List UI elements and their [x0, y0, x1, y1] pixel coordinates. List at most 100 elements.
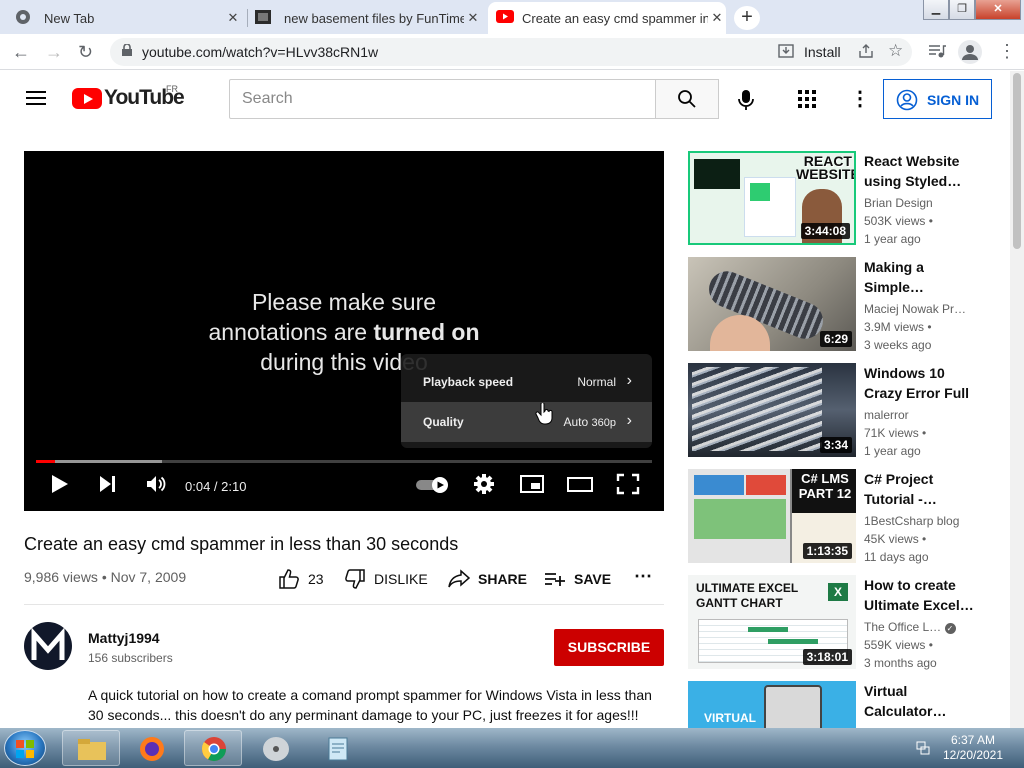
- volume-button[interactable]: [145, 473, 167, 500]
- recommendation-channel: malerror: [864, 408, 909, 422]
- recommendation-age: 1 year ago: [864, 444, 921, 458]
- system-clock[interactable]: 6:37 AM 12/20/2021: [938, 733, 1008, 763]
- start-button[interactable]: [4, 730, 46, 766]
- video-thumbnail[interactable]: 6:29: [688, 257, 856, 351]
- more-actions-icon[interactable]: ⋯: [634, 566, 652, 587]
- minimize-button[interactable]: ▁: [923, 0, 949, 20]
- back-icon[interactable]: ←: [12, 42, 30, 62]
- lock-icon[interactable]: [122, 43, 132, 59]
- media-queue-icon[interactable]: [928, 43, 946, 64]
- url-bar[interactable]: youtube.com/watch?v=HLvv38cRN1w Install …: [110, 38, 912, 66]
- menu-item-playback-speed[interactable]: Playback speed Normal ›: [401, 362, 652, 402]
- dislike-button[interactable]: DISLIKE: [344, 569, 428, 589]
- scrollbar-thumb[interactable]: [1013, 73, 1021, 249]
- reload-icon[interactable]: ↻: [78, 42, 93, 62]
- browser-menu-icon[interactable]: ⋮: [998, 41, 1016, 62]
- play-button[interactable]: [50, 473, 70, 500]
- taskbar-chrome[interactable]: [184, 730, 242, 766]
- recommendation-item[interactable]: VIRTUAL Virtual Calculator…: [688, 681, 1010, 728]
- tab-new-tab[interactable]: New Tab ✕: [10, 2, 242, 34]
- profile-avatar-icon[interactable]: [958, 40, 982, 64]
- video-thumbnail[interactable]: C# LMS PART 12 1:13:35: [688, 469, 856, 563]
- view-count-date: 9,986 views • Nov 7, 2009: [24, 569, 187, 585]
- install-label[interactable]: Install: [804, 44, 841, 60]
- recommendation-item[interactable]: 3:34 Windows 10 Crazy Error Full malerro…: [688, 363, 1010, 458]
- network-icon[interactable]: [915, 740, 931, 756]
- save-button[interactable]: SAVE: [544, 569, 611, 589]
- install-icon[interactable]: [778, 43, 794, 64]
- like-button[interactable]: 23: [278, 569, 324, 589]
- miniplayer-button[interactable]: [519, 473, 545, 500]
- menu-item-label: Quality: [423, 415, 464, 429]
- fullscreen-button[interactable]: [616, 473, 640, 500]
- recommendation-views: 503K views •: [864, 214, 933, 228]
- recommendation-item[interactable]: C# LMS PART 12 1:13:35 C# Project Tutori…: [688, 469, 1010, 564]
- channel-avatar[interactable]: [24, 622, 72, 670]
- autoplay-toggle[interactable]: [416, 477, 450, 498]
- progress-bar[interactable]: [36, 460, 652, 463]
- channel-logo-icon: [31, 627, 65, 660]
- quality-resolution: 360p: [591, 417, 616, 429]
- video-thumbnail[interactable]: 3:34: [688, 363, 856, 457]
- share-label: SHARE: [478, 571, 528, 587]
- video-duration: 6:29: [819, 331, 852, 347]
- close-tab-icon[interactable]: ✕: [708, 10, 726, 26]
- tab-youtube-active[interactable]: Create an easy cmd spammer in ✕: [488, 2, 726, 34]
- channel-name[interactable]: Mattyj1994: [88, 630, 160, 646]
- time-display: 0:04 / 2:10: [185, 479, 247, 494]
- microphone-icon[interactable]: [737, 89, 755, 116]
- settings-more-icon[interactable]: ⋮: [850, 86, 870, 111]
- video-thumbnail[interactable]: ULTIMATE EXCEL GANTT CHART X 3:18:01: [688, 575, 856, 669]
- apps-grid-icon[interactable]: [798, 90, 816, 113]
- recommendation-age: 1 year ago: [864, 232, 921, 246]
- playlist-add-icon: [545, 573, 565, 586]
- chrome-icon: [201, 737, 226, 762]
- video-title: Create an easy cmd spammer in less than …: [24, 534, 459, 554]
- close-window-button[interactable]: ✕: [975, 0, 1021, 20]
- close-tab-icon[interactable]: ✕: [224, 10, 242, 26]
- share-button[interactable]: SHARE: [448, 569, 527, 589]
- thumbnail-caption: C# LMS PART 12: [798, 471, 852, 501]
- thumbs-down-icon: [345, 569, 365, 589]
- hamburger-menu-icon[interactable]: [26, 91, 46, 105]
- menu-item-quality[interactable]: Quality Auto 360p ›: [401, 402, 652, 442]
- recommendation-channel: Brian Design: [864, 196, 933, 210]
- taskbar-firefox[interactable]: [122, 730, 180, 766]
- clock-time: 6:37 AM: [950, 733, 996, 747]
- bookmark-star-icon[interactable]: ☆: [888, 41, 903, 61]
- gear-icon: [474, 474, 494, 494]
- subscribe-button[interactable]: SUBSCRIBE: [554, 629, 664, 666]
- new-tab-button[interactable]: +: [734, 6, 760, 30]
- maximize-button[interactable]: ❐: [949, 0, 975, 20]
- share-page-icon[interactable]: [858, 43, 874, 64]
- recommendation-title: C# Project Tutorial -…: [864, 471, 937, 507]
- taskbar-app[interactable]: [308, 730, 366, 766]
- settings-button[interactable]: [473, 473, 495, 500]
- taskbar-media-player[interactable]: [246, 730, 304, 766]
- page-scrollbar[interactable]: [1010, 71, 1024, 728]
- recommendation-item[interactable]: 6:29 Making a Simple… Maciej Nowak Pr… 3…: [688, 257, 1010, 352]
- thumbnail-caption: VIRTUAL: [704, 711, 756, 725]
- chevron-right-icon: ›: [626, 372, 632, 389]
- recommendation-item[interactable]: REACT WEBSITE 3:44:08 React Website usin…: [688, 151, 1010, 246]
- close-tab-icon[interactable]: ✕: [464, 10, 482, 26]
- theater-mode-button[interactable]: [566, 473, 594, 500]
- sign-in-button[interactable]: SIGN IN: [883, 79, 992, 119]
- address-toolbar: ← → ↻ youtube.com/watch?v=HLvv38cRN1w In…: [0, 34, 1024, 70]
- search-input[interactable]: Search: [229, 79, 656, 119]
- fullscreen-icon: [616, 473, 640, 495]
- recommendation-age: 3 weeks ago: [864, 338, 932, 352]
- miniplayer-icon: [520, 475, 544, 493]
- taskbar-explorer[interactable]: [62, 730, 120, 766]
- next-button[interactable]: [98, 473, 118, 500]
- video-player[interactable]: Please make sure annotations are turned …: [24, 151, 664, 511]
- youtube-logo-icon[interactable]: [72, 88, 102, 109]
- thumbnail-caption: REACT WEBSITE: [796, 153, 856, 182]
- video-thumbnail[interactable]: REACT WEBSITE 3:44:08: [688, 151, 856, 245]
- search-button[interactable]: [655, 79, 719, 119]
- forward-icon[interactable]: →: [45, 42, 63, 62]
- tab-basement-files[interactable]: new basement files by FunTime ✕: [250, 2, 482, 34]
- windows-logo-icon: [16, 740, 34, 758]
- video-thumbnail[interactable]: VIRTUAL: [688, 681, 856, 728]
- recommendation-item[interactable]: ULTIMATE EXCEL GANTT CHART X 3:18:01 How…: [688, 575, 1010, 670]
